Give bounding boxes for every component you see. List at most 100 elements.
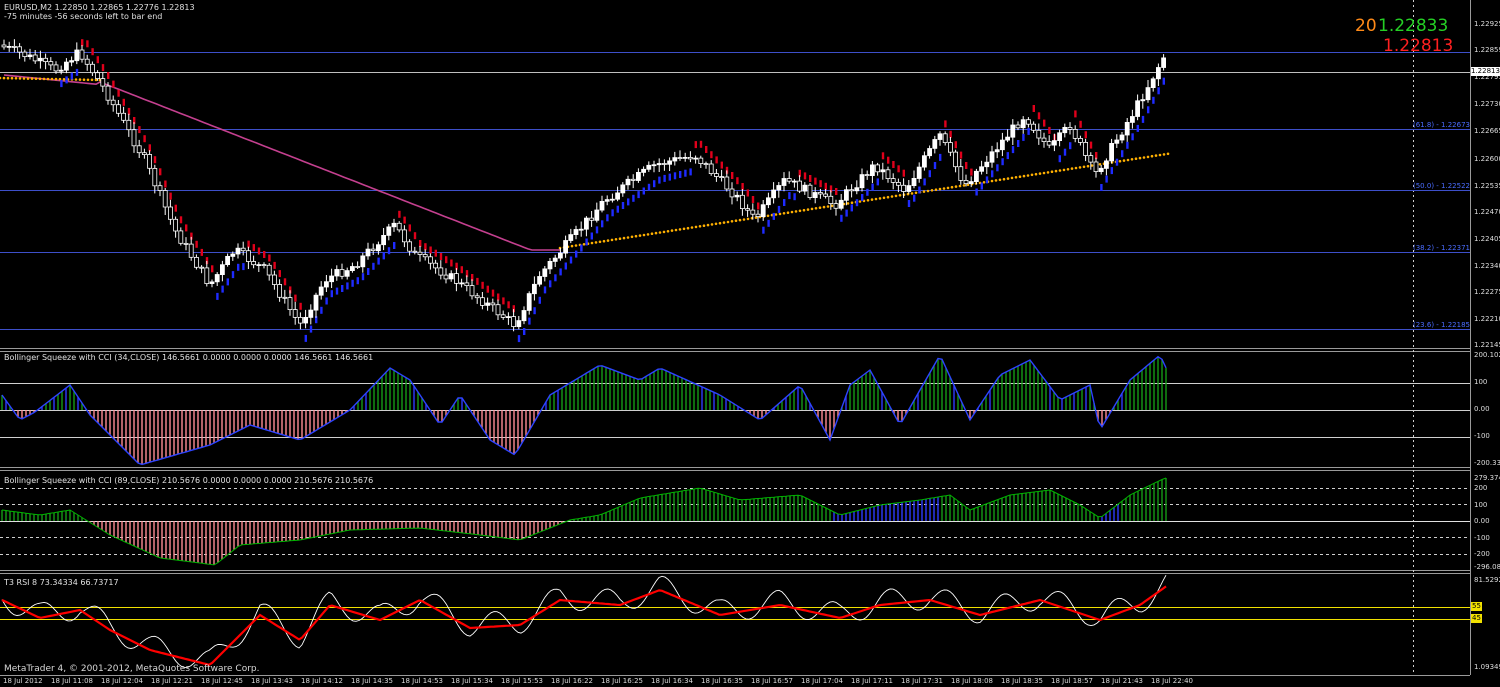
candle-body xyxy=(958,166,964,181)
candle-body xyxy=(1098,167,1104,173)
cci89-axis-label: -200 xyxy=(1474,550,1490,558)
candle-body xyxy=(505,316,511,319)
trend-dot xyxy=(777,205,781,213)
ma-orange-dot xyxy=(1074,166,1078,170)
ma-orange-dot xyxy=(62,78,66,81)
candle-body xyxy=(297,316,303,324)
time-axis-label: 18 Jul 16:34 xyxy=(651,677,693,685)
trend-dot xyxy=(179,216,183,224)
candlesticks[interactable] xyxy=(1,39,1166,332)
trend-dot xyxy=(1141,115,1145,123)
candle-body xyxy=(303,316,309,324)
candle-body xyxy=(334,269,340,277)
cci34-axis-label: -100 xyxy=(1474,432,1490,440)
candle-body xyxy=(495,304,501,316)
ma-orange-dot xyxy=(1062,168,1066,172)
candle-body xyxy=(615,192,620,200)
ma-orange-dot xyxy=(686,226,690,230)
candle-body xyxy=(651,164,657,167)
candle-body xyxy=(911,177,917,186)
price-axis-label: 1.22600 xyxy=(1474,155,1500,163)
candle-body xyxy=(1020,119,1026,129)
ma-orange-dot xyxy=(646,233,650,236)
candle-body xyxy=(292,309,298,318)
trend-dot xyxy=(564,262,567,270)
trend-dot xyxy=(689,168,692,176)
candle-body xyxy=(22,51,28,57)
candle-body xyxy=(880,169,886,173)
trend-dot xyxy=(569,256,573,264)
trend-dot xyxy=(907,200,911,207)
trend-dot xyxy=(341,285,344,292)
trend-dot xyxy=(1069,142,1072,150)
candle-body xyxy=(1041,137,1047,143)
trend-dot xyxy=(1063,148,1067,156)
trend-dot xyxy=(736,177,739,185)
time-axis-label: 18 Jul 14:53 xyxy=(401,677,443,685)
trend-dot xyxy=(335,287,339,295)
trend-dot xyxy=(1084,131,1087,139)
trend-dot xyxy=(627,198,630,206)
bid-price: 1.22813 xyxy=(1383,36,1454,56)
trend-dot xyxy=(398,210,401,218)
ma-orange-dot xyxy=(806,208,810,211)
candle-body xyxy=(786,178,792,182)
trend-dot xyxy=(242,263,245,271)
cci89-axis-label: -100 xyxy=(1474,534,1490,542)
candle-body xyxy=(1140,99,1146,102)
trend-dot xyxy=(1043,119,1046,127)
candle-body xyxy=(516,320,522,328)
ma-orange-dot xyxy=(1138,156,1142,160)
candle-body xyxy=(43,57,48,62)
trend-dot xyxy=(382,252,385,260)
rsi-level-55: 55 xyxy=(1471,602,1482,611)
chart-canvas[interactable] xyxy=(0,0,1500,687)
trend-dot xyxy=(715,156,718,164)
trend-dot xyxy=(954,141,957,149)
candle-body xyxy=(662,163,667,165)
candle-body xyxy=(656,163,662,166)
trend-dot xyxy=(1110,167,1113,175)
trend-dot xyxy=(517,335,521,343)
ma-orange-dot xyxy=(1006,177,1010,180)
ma-orange-dot xyxy=(86,78,90,82)
candle-body xyxy=(526,293,532,311)
candle-body xyxy=(818,192,823,195)
price-axis-label: 1.22925 xyxy=(1474,20,1500,28)
rsi-fast-line xyxy=(1,574,1167,669)
bar-timer: -75 minutes -56 seconds left to bar end xyxy=(4,12,163,21)
trend-dot xyxy=(1115,158,1119,166)
trend-dot xyxy=(1074,110,1077,118)
candle-body xyxy=(261,264,267,267)
ma-orange-dot xyxy=(890,195,894,198)
trend-dot xyxy=(91,48,94,56)
candle-body xyxy=(1067,127,1073,130)
candle-body xyxy=(422,254,428,258)
trend-dot xyxy=(1157,87,1160,95)
cci34-axis-label: 100 xyxy=(1474,378,1488,386)
candle-body xyxy=(448,273,454,280)
trend-dot xyxy=(824,182,827,190)
ma-orange-dot xyxy=(786,211,790,214)
trend-dot xyxy=(1048,126,1051,134)
ma-orange-dot xyxy=(642,233,646,237)
trend-dot xyxy=(694,141,697,149)
ma-orange-dot xyxy=(802,208,806,212)
candle-body xyxy=(370,248,376,252)
price-axis-label: 1.22340 xyxy=(1474,262,1500,270)
ma-orange-dot xyxy=(866,199,870,202)
ma-orange-dot xyxy=(858,200,862,203)
ma-orange-dot xyxy=(654,231,658,235)
trend-dot xyxy=(647,183,651,191)
price-axis-label: 1.22210 xyxy=(1474,315,1500,323)
ma-orange-dot xyxy=(994,179,998,182)
ma-orange-dot xyxy=(1118,159,1122,163)
ma-orange-dot xyxy=(54,77,58,81)
candle-body xyxy=(1083,141,1088,156)
candle-body xyxy=(542,268,548,277)
candle-body xyxy=(386,226,392,236)
candle-body xyxy=(797,180,802,192)
candle-body xyxy=(427,256,433,264)
price-axis-label: 1.22275 xyxy=(1474,288,1500,296)
candle-body xyxy=(568,234,574,241)
